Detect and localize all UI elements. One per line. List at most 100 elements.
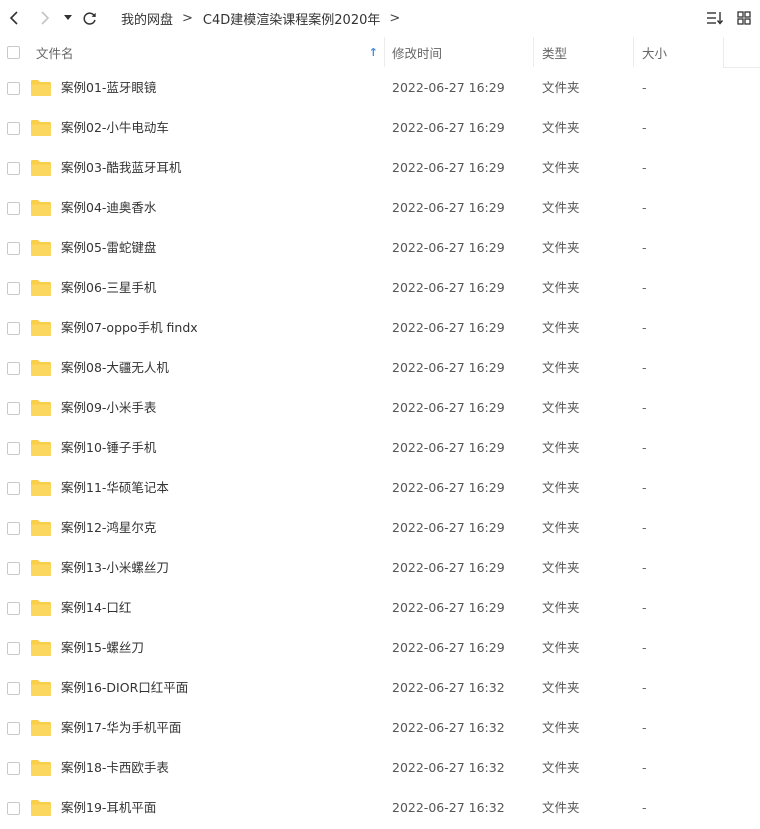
table-row[interactable]: 案例10-锤子手机 2022-06-27 16:29 文件夹 - [0,428,760,468]
file-name[interactable]: 案例03-酷我蓝牙耳机 [61,148,181,188]
folder-icon [31,80,51,96]
table-row[interactable]: 案例11-华硕笔记本 2022-06-27 16:29 文件夹 - [0,468,760,508]
file-name[interactable]: 案例05-雷蛇键盘 [61,228,156,268]
row-checkbox[interactable] [7,642,20,655]
column-header-type[interactable]: 类型 [542,37,632,67]
table-row[interactable]: 案例04-迪奥香水 2022-06-27 16:29 文件夹 - [0,188,760,228]
row-checkbox[interactable] [7,522,20,535]
table-row[interactable]: 案例01-蓝牙眼镜 2022-06-27 16:29 文件夹 - [0,68,760,108]
row-checkbox[interactable] [7,442,20,455]
file-name[interactable]: 案例02-小牛电动车 [61,108,169,148]
file-size: - [642,520,647,535]
folder-icon [31,760,51,776]
refresh-button[interactable] [78,7,100,29]
file-size: - [642,320,647,335]
file-type: 文件夹 [542,80,580,95]
file-name[interactable]: 案例19-耳机平面 [61,788,156,828]
row-checkbox[interactable] [7,362,20,375]
row-checkbox[interactable] [7,322,20,335]
chevron-right-icon [41,11,50,25]
file-size: - [642,240,647,255]
table-row[interactable]: 案例18-卡西欧手表 2022-06-27 16:32 文件夹 - [0,748,760,788]
file-name[interactable]: 案例15-螺丝刀 [61,628,144,668]
table-row[interactable]: 案例13-小米螺丝刀 2022-06-27 16:29 文件夹 - [0,548,760,588]
file-name[interactable]: 案例04-迪奥香水 [61,188,156,228]
table-row[interactable]: 案例17-华为手机平面 2022-06-27 16:32 文件夹 - [0,708,760,748]
file-size: - [642,760,647,775]
table-header: 文件名 ↑ 修改时间 类型 大小 [0,37,760,68]
modified-time: 2022-06-27 16:29 [392,480,505,495]
row-checkbox[interactable] [7,242,20,255]
row-checkbox[interactable] [7,722,20,735]
file-name[interactable]: 案例12-鸿星尔克 [61,508,156,548]
row-checkbox[interactable] [7,82,20,95]
row-checkbox[interactable] [7,202,20,215]
table-row[interactable]: 案例05-雷蛇键盘 2022-06-27 16:29 文件夹 - [0,228,760,268]
grid-view-button[interactable] [734,8,754,28]
file-type: 文件夹 [542,360,580,375]
file-name[interactable]: 案例01-蓝牙眼镜 [61,68,156,108]
file-size: - [642,680,647,695]
modified-time: 2022-06-27 16:29 [392,80,505,95]
row-checkbox[interactable] [7,282,20,295]
file-name[interactable]: 案例09-小米手表 [61,388,156,428]
select-all-checkbox[interactable] [7,46,20,59]
file-size: - [642,400,647,415]
table-row[interactable]: 案例16-DIOR口红平面 2022-06-27 16:32 文件夹 - [0,668,760,708]
row-checkbox[interactable] [7,802,20,815]
column-divider[interactable] [723,37,724,67]
folder-icon [31,280,51,296]
row-checkbox[interactable] [7,562,20,575]
file-name[interactable]: 案例07-oppo手机 findx [61,308,198,348]
file-name[interactable]: 案例13-小米螺丝刀 [61,548,169,588]
table-row[interactable]: 案例07-oppo手机 findx 2022-06-27 16:29 文件夹 - [0,308,760,348]
table-row[interactable]: 案例19-耳机平面 2022-06-27 16:32 文件夹 - [0,788,760,828]
row-checkbox[interactable] [7,402,20,415]
file-type: 文件夹 [542,640,580,655]
file-name[interactable]: 案例16-DIOR口红平面 [61,668,188,708]
table-row[interactable]: 案例12-鸿星尔克 2022-06-27 16:29 文件夹 - [0,508,760,548]
column-divider[interactable] [633,37,634,67]
column-header-size[interactable]: 大小 [642,37,722,67]
back-button[interactable] [4,7,26,29]
breadcrumb-separator[interactable]: > [389,11,400,26]
row-checkbox[interactable] [7,602,20,615]
column-divider[interactable] [384,37,385,67]
modified-time: 2022-06-27 16:29 [392,240,505,255]
row-checkbox[interactable] [7,682,20,695]
breadcrumb-item-home[interactable]: 我的网盘 [121,9,173,28]
file-name[interactable]: 案例11-华硕笔记本 [61,468,169,508]
sort-button[interactable] [705,8,725,28]
row-checkbox[interactable] [7,162,20,175]
file-name[interactable]: 案例18-卡西欧手表 [61,748,169,788]
file-name[interactable]: 案例14-口红 [61,588,131,628]
file-name[interactable]: 案例08-大疆无人机 [61,348,169,388]
row-checkbox[interactable] [7,122,20,135]
history-dropdown-button[interactable] [58,7,78,29]
file-name[interactable]: 案例06-三星手机 [61,268,156,308]
breadcrumb-item-current[interactable]: C4D建模渲染课程案例2020年 [203,9,380,28]
table-row[interactable]: 案例09-小米手表 2022-06-27 16:29 文件夹 - [0,388,760,428]
folder-icon [31,560,51,576]
column-header-name[interactable]: 文件名 ↑ [36,37,382,67]
column-divider[interactable] [533,37,534,67]
table-row[interactable]: 案例02-小牛电动车 2022-06-27 16:29 文件夹 - [0,108,760,148]
forward-button[interactable] [34,7,56,29]
table-row[interactable]: 案例03-酷我蓝牙耳机 2022-06-27 16:29 文件夹 - [0,148,760,188]
table-row[interactable]: 案例08-大疆无人机 2022-06-27 16:29 文件夹 - [0,348,760,388]
file-size: - [642,160,647,175]
table-row[interactable]: 案例15-螺丝刀 2022-06-27 16:29 文件夹 - [0,628,760,668]
table-row[interactable]: 案例14-口红 2022-06-27 16:29 文件夹 - [0,588,760,628]
column-header-name-label: 文件名 [36,45,74,61]
file-name[interactable]: 案例10-锤子手机 [61,428,156,468]
modified-time: 2022-06-27 16:29 [392,160,505,175]
table-row[interactable]: 案例06-三星手机 2022-06-27 16:29 文件夹 - [0,268,760,308]
row-checkbox[interactable] [7,482,20,495]
sort-list-icon [707,12,724,25]
sort-ascending-icon: ↑ [368,45,378,59]
folder-icon [31,360,51,376]
column-header-modified[interactable]: 修改时间 [392,37,532,67]
row-checkbox[interactable] [7,762,20,775]
modified-time: 2022-06-27 16:29 [392,200,505,215]
file-name[interactable]: 案例17-华为手机平面 [61,708,181,748]
